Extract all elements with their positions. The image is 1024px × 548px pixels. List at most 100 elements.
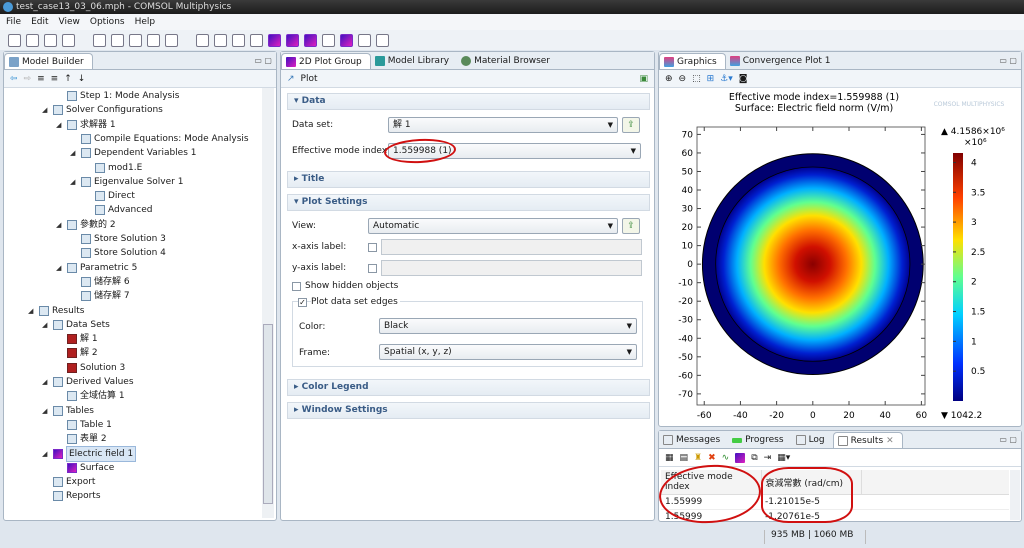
section-title[interactable]: ▸ Title <box>287 171 650 188</box>
undo-icon[interactable] <box>93 33 106 47</box>
collapse-icon[interactable]: ≡ <box>51 74 59 84</box>
tab-model-library[interactable]: Model Library <box>371 53 457 69</box>
expand-arrow-icon[interactable]: ◢ <box>42 103 50 117</box>
tab-messages[interactable]: Messages <box>659 432 728 448</box>
tree-item[interactable]: Compile Equations: Mode Analysis <box>70 132 249 146</box>
tree-item[interactable]: ◢ Dependent Variables 1 <box>70 146 196 160</box>
plot-2d-icon[interactable] <box>268 33 281 47</box>
tab-log[interactable]: Log <box>792 432 833 448</box>
table-format-icon[interactable]: ▦▾ <box>777 453 790 463</box>
section-window-settings[interactable]: ▸ Window Settings <box>287 402 650 419</box>
expand-arrow-icon[interactable]: ◢ <box>42 447 50 461</box>
menu-view[interactable]: View <box>59 14 80 30</box>
zoom-out-icon[interactable]: ⊖ <box>679 74 687 84</box>
scrollbar-thumb[interactable] <box>263 324 273 504</box>
tree-item[interactable]: ◢ Eigenvalue Solver 1 <box>70 175 183 189</box>
tree-item[interactable]: mod1.E <box>84 161 142 175</box>
expand-arrow-icon[interactable]: ◢ <box>56 118 64 132</box>
tree-item[interactable]: ◢ Solver Configurations <box>42 103 163 117</box>
tab-progress[interactable]: Progress <box>728 432 791 448</box>
graphics-canvas[interactable]: Effective mode index=1.559988 (1) Surfac… <box>659 87 1021 425</box>
tab-model-builder[interactable]: Model Builder <box>4 53 93 69</box>
expand-arrow-icon[interactable]: ◢ <box>28 304 36 318</box>
section-data[interactable]: ▾ Data <box>287 93 650 110</box>
show-hidden-checkbox[interactable] <box>292 282 301 291</box>
save-icon[interactable] <box>44 33 57 47</box>
expand-arrow-icon[interactable]: ◢ <box>42 404 50 418</box>
tree-item[interactable]: 解 1 <box>56 332 98 346</box>
section-plot-settings[interactable]: ▾ Plot Settings <box>287 194 650 211</box>
tree-item[interactable]: ◢ Results <box>28 304 85 318</box>
help-icon[interactable] <box>147 33 160 47</box>
plot-button-icon[interactable]: ▣ <box>639 74 648 84</box>
tab-results[interactable]: Results ✕ <box>832 432 903 448</box>
data-set-go-button[interactable]: ⇪ <box>622 117 640 133</box>
tree-item[interactable]: 全域估算 1 <box>56 389 125 403</box>
menu-edit[interactable]: Edit <box>31 14 48 30</box>
menu-file[interactable]: File <box>6 14 21 30</box>
tree-item[interactable]: ◢ Data Sets <box>42 318 110 332</box>
tree-item[interactable]: Solution 3 <box>56 361 125 375</box>
section-color-legend[interactable]: ▸ Color Legend <box>287 379 650 396</box>
refresh-icon[interactable] <box>129 33 142 47</box>
clear-icon[interactable]: ♜ <box>694 453 702 463</box>
copy-icon[interactable]: ⧉ <box>751 453 757 463</box>
delete-icon[interactable]: ✖ <box>708 453 716 463</box>
tree-item[interactable]: Direct <box>84 189 135 203</box>
documentation-icon[interactable] <box>165 33 178 47</box>
tab-convergence-plot[interactable]: Convergence Plot 1 <box>726 53 839 69</box>
frame-select[interactable]: Spatial (x, y, z) ▼ <box>379 344 637 360</box>
camera-icon[interactable]: ◙ <box>739 74 748 84</box>
expand-arrow-icon[interactable]: ◢ <box>70 175 78 189</box>
tree-item[interactable]: 儲存解 7 <box>70 289 130 303</box>
results-scrollbar[interactable] <box>1010 470 1020 520</box>
zoom-extents-icon[interactable]: ⊞ <box>707 74 715 84</box>
player-icon[interactable] <box>376 33 389 47</box>
print-icon[interactable] <box>62 33 75 47</box>
derived-values-icon[interactable] <box>214 33 227 47</box>
plot-3d-icon[interactable] <box>286 33 299 47</box>
color-select[interactable]: Black ▼ <box>379 318 637 334</box>
y-axis-checkbox[interactable] <box>368 264 377 273</box>
tree-item[interactable]: Surface <box>56 461 114 475</box>
show-icon[interactable]: ≡ <box>37 74 45 84</box>
tree-item[interactable]: Store Solution 3 <box>70 232 166 246</box>
tab-graphics[interactable]: Graphics <box>659 53 726 69</box>
data-set-select[interactable]: 解 1 ▼ <box>388 117 618 133</box>
move-up-icon[interactable]: ↑ <box>64 74 72 84</box>
new-icon[interactable] <box>8 33 21 47</box>
back-icon[interactable]: ⇦ <box>10 74 18 84</box>
zoom-box-icon[interactable]: ⬚ <box>692 74 701 84</box>
tab-material-browser[interactable]: Material Browser <box>457 53 558 69</box>
menu-help[interactable]: Help <box>135 14 156 30</box>
tree-item[interactable]: Step 1: Mode Analysis <box>56 89 179 103</box>
tab-2d-plot-group[interactable]: 2D Plot Group <box>281 53 371 69</box>
line-icon[interactable] <box>232 33 245 47</box>
open-icon[interactable] <box>26 33 39 47</box>
tree-item[interactable]: Export <box>42 475 95 489</box>
tree-item[interactable]: Advanced <box>84 203 152 217</box>
minimize-maximize-icon[interactable]: ▭ ▢ <box>999 435 1017 444</box>
cut-line-icon[interactable] <box>322 33 335 47</box>
move-down-icon[interactable]: ↓ <box>78 74 86 84</box>
tree-item[interactable]: ◢ Electric field 1 <box>42 445 137 462</box>
redo-icon[interactable] <box>111 33 124 47</box>
view-go-button[interactable]: ⇪ <box>622 218 640 234</box>
menu-options[interactable]: Options <box>90 14 125 30</box>
tree-item[interactable]: Reports <box>42 489 101 503</box>
minimize-maximize-icon[interactable]: ▭ ▢ <box>254 56 272 65</box>
axis-icon[interactable]: ⚓▾ <box>720 74 733 84</box>
point-icon[interactable] <box>250 33 263 47</box>
polar-icon[interactable] <box>304 33 317 47</box>
expand-arrow-icon[interactable]: ◢ <box>56 261 64 275</box>
tree-item[interactable]: ◢ 參數的 2 <box>56 218 116 232</box>
tree-item[interactable]: ◢ 求解器 1 <box>56 118 116 132</box>
table-surface-icon[interactable] <box>735 452 746 463</box>
zoom-in-icon[interactable]: ⊕ <box>665 74 673 84</box>
tree-item[interactable]: Table 1 <box>56 418 112 432</box>
export-icon[interactable]: ⇥ <box>764 453 772 463</box>
brush-icon[interactable] <box>196 33 209 47</box>
derived-icon[interactable]: ▤ <box>680 453 689 463</box>
expand-arrow-icon[interactable]: ◢ <box>42 375 50 389</box>
tree-item[interactable]: ◢ Parametric 5 <box>56 261 137 275</box>
